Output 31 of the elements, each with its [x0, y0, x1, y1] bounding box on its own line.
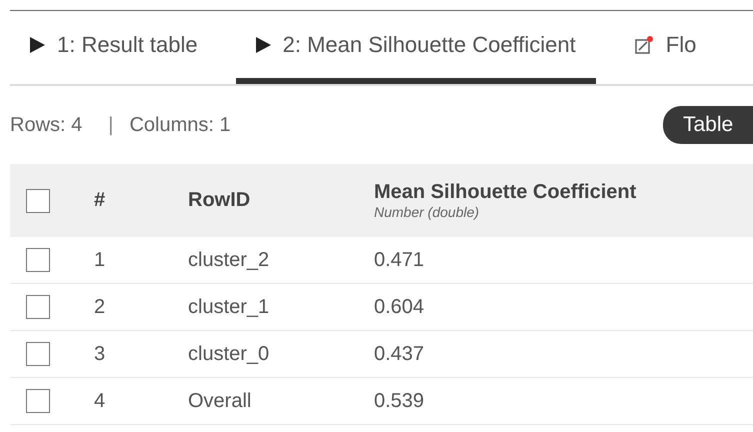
table-view-button[interactable]: Table [663, 106, 753, 144]
separator: | [108, 114, 114, 136]
play-icon [30, 36, 45, 52]
table-cell-text: 4 [94, 390, 106, 412]
column-header: # [94, 189, 106, 211]
tab[interactable]: 1: Result table [30, 11, 218, 84]
flow-icon [634, 34, 654, 54]
table-cell-text: cluster_1 [188, 296, 270, 318]
select-all-checkbox[interactable] [26, 188, 50, 212]
table-cell-text: Overall [188, 390, 252, 412]
column-type: Number (double) [374, 204, 480, 220]
column-count: Columns: 1 [129, 114, 231, 136]
table-cell-text: 0.539 [374, 390, 426, 412]
row-checkbox[interactable] [26, 342, 50, 366]
play-icon [256, 36, 271, 52]
column-header: Mean Silhouette Coefficient [374, 181, 636, 203]
table-cell-text: 0.437 [374, 342, 426, 366]
row-checkbox[interactable] [26, 295, 50, 319]
table-cell-text: 3 [94, 342, 106, 366]
tab[interactable]: 2: Mean Silhouette Coefficient [236, 11, 596, 84]
column-header: RowID [188, 189, 250, 211]
tab[interactable]: Flo [634, 11, 716, 84]
table-cell-text: cluster_0 [188, 342, 270, 366]
row-checkbox[interactable] [26, 389, 50, 413]
table-cell-text: 2 [94, 296, 106, 318]
table-cell-text: cluster_2 [188, 248, 270, 272]
table-cell-text: 1 [94, 248, 106, 272]
table-cell-text: 0.604 [374, 296, 426, 318]
row-checkbox[interactable] [26, 248, 50, 272]
table-cell-text: 0.471 [374, 248, 426, 272]
row-count: Rows: 4 [10, 114, 82, 136]
